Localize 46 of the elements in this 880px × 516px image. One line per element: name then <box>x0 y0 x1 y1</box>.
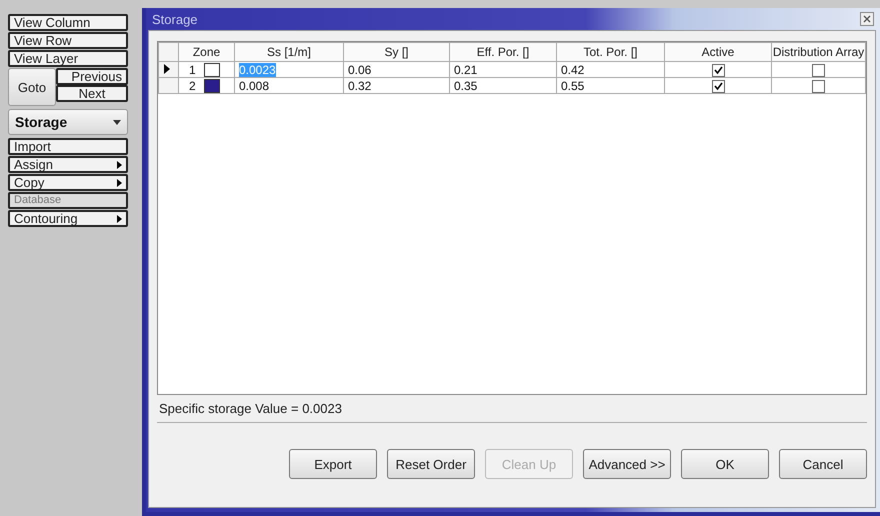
dialog-button[interactable]: OK <box>681 449 769 479</box>
active-checkbox[interactable] <box>712 64 724 77</box>
close-icon[interactable] <box>860 12 874 26</box>
zone-color-swatch[interactable] <box>204 62 220 76</box>
submenu-button[interactable]: Assign <box>8 156 128 173</box>
nav-button[interactable]: Next <box>56 85 128 102</box>
table-cell: 1 <box>189 62 196 76</box>
menu-button[interactable]: View Column <box>8 14 128 31</box>
current-row-icon <box>164 64 170 74</box>
table-cell: 0.21 <box>450 62 556 78</box>
arrow-icon <box>117 160 122 168</box>
distribution-checkbox[interactable] <box>812 80 825 93</box>
window-title: Storage <box>152 12 198 26</box>
column-header: Tot. Por. [] <box>556 42 664 62</box>
column-header: Zone <box>178 42 234 62</box>
dialog-button[interactable]: Cancel <box>779 449 867 479</box>
column-header: Eff. Por. [] <box>450 42 556 62</box>
table-cell: 0.55 <box>556 78 664 94</box>
distribution-checkbox[interactable] <box>812 64 825 77</box>
table-cell: 0.06 <box>344 62 450 78</box>
dialog-button[interactable]: Export <box>289 449 377 479</box>
submenu-button[interactable]: Copy <box>8 174 128 191</box>
active-checkbox[interactable] <box>712 80 724 93</box>
table-cell: 0.35 <box>450 78 556 94</box>
dialog-button[interactable]: Advanced >> <box>583 449 671 479</box>
zone-color-swatch[interactable] <box>204 78 220 92</box>
menu-button[interactable]: Import <box>8 138 128 155</box>
status-text: Specific storage Value = 0.0023 <box>157 395 867 423</box>
goto-button[interactable]: Goto <box>8 68 56 106</box>
menu-button[interactable]: View Row <box>8 32 128 49</box>
column-header: Sy [] <box>344 42 450 62</box>
arrow-icon <box>117 214 122 222</box>
menu-button[interactable]: View Layer <box>8 50 128 67</box>
column-header: Active <box>664 42 772 62</box>
table-cell: 2 <box>189 78 196 92</box>
caret-icon <box>113 120 121 124</box>
column-header: Distribution Array <box>772 42 866 62</box>
nav-button[interactable]: Previous <box>56 68 128 85</box>
column-header: Ss [1/m] <box>234 42 344 62</box>
submenu-button[interactable]: Contouring <box>8 210 128 227</box>
row-header[interactable] <box>158 62 178 78</box>
table-cell: 0.32 <box>344 78 450 94</box>
arrow-icon <box>117 178 122 186</box>
dialog-button[interactable]: Reset Order <box>387 449 475 479</box>
mode-dropdown[interactable]: Storage <box>8 109 128 135</box>
table-cell: 0.42 <box>556 62 664 78</box>
